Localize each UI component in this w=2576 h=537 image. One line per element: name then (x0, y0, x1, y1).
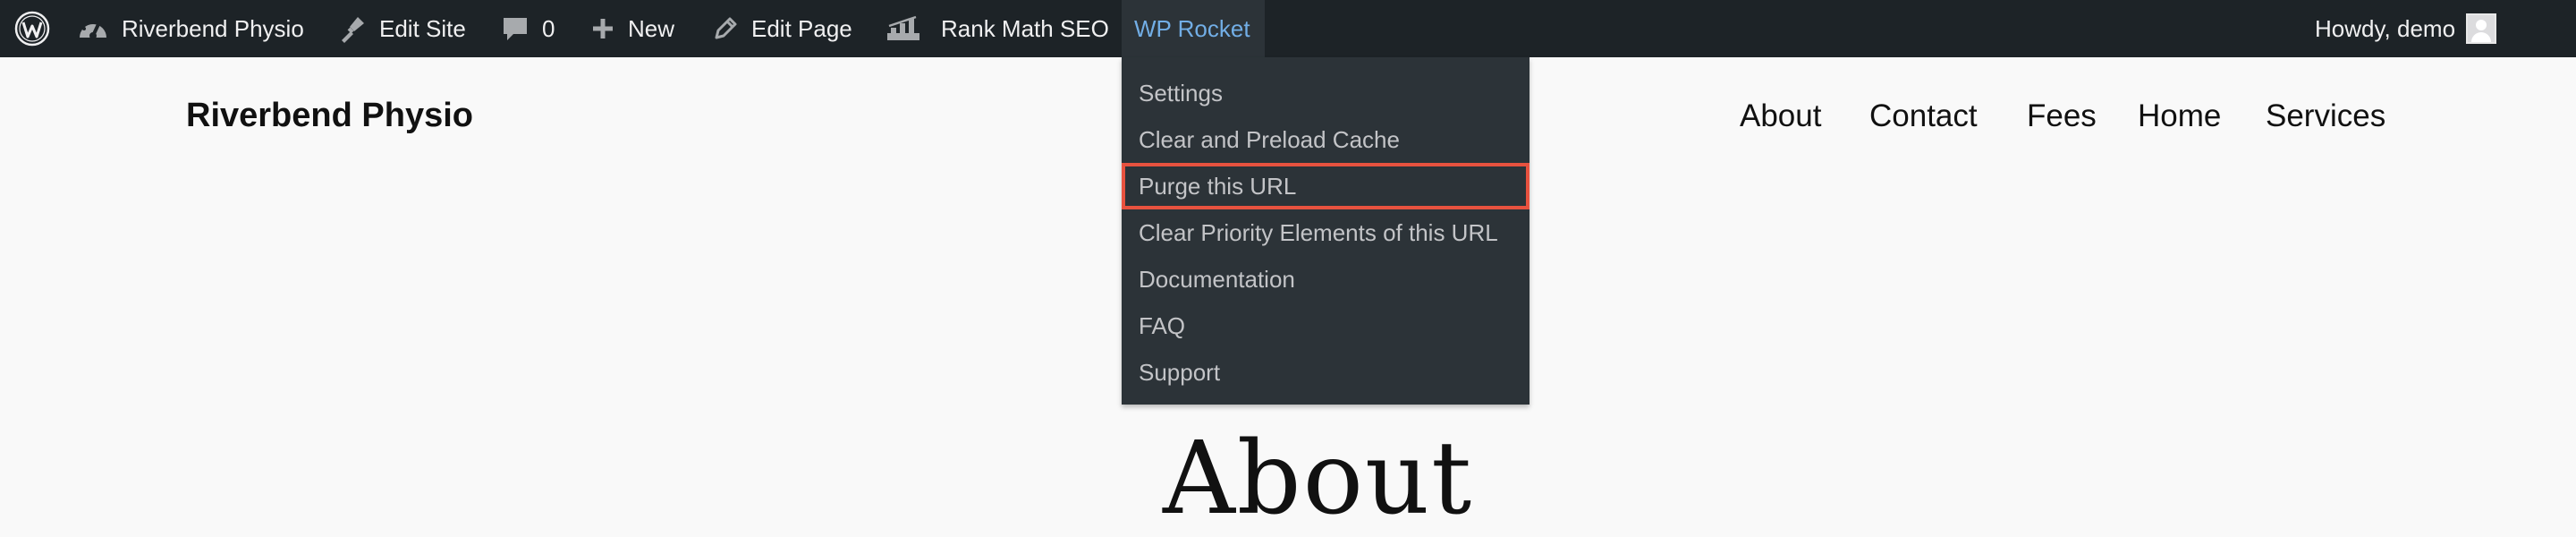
menu-item-settings[interactable]: Settings (1122, 70, 1530, 116)
howdy-label: Howdy, demo (2315, 15, 2456, 42)
rank-math-seo-button[interactable]: Rank Math SEO (886, 0, 1109, 57)
new-content-label: New (628, 15, 675, 42)
wp-rocket-label: WP Rocket (1134, 15, 1250, 42)
menu-item-clear-preload-cache[interactable]: Clear and Preload Cache (1122, 116, 1530, 163)
edit-page-label: Edit Page (751, 15, 852, 42)
page-heading: About (1163, 421, 1474, 537)
site-name-menu[interactable]: Riverbend Physio (77, 0, 304, 57)
menu-item-purge-url[interactable]: Purge this URL (1122, 163, 1530, 209)
site-title[interactable]: Riverbend Physio (186, 97, 473, 135)
menu-item-support[interactable]: Support (1122, 349, 1530, 396)
menu-item-documentation[interactable]: Documentation (1122, 256, 1530, 303)
rank-math-seo-label: Rank Math SEO (941, 15, 1109, 42)
comment-bubble-icon (501, 14, 530, 43)
nav-link-home[interactable]: Home (2138, 98, 2221, 134)
comments-count: 0 (542, 15, 555, 42)
pencil-icon (712, 15, 739, 42)
user-avatar-icon (2466, 13, 2497, 44)
edit-page-button[interactable]: Edit Page (712, 0, 852, 57)
brush-icon (336, 13, 367, 44)
new-content-button[interactable]: New (590, 0, 674, 57)
my-account-menu[interactable]: Howdy, demo (2315, 0, 2497, 57)
wp-rocket-dropdown: Settings Clear and Preload Cache Purge t… (1122, 57, 1530, 405)
edit-site-button[interactable]: Edit Site (336, 0, 466, 57)
plus-icon (590, 16, 615, 41)
site-name-label: Riverbend Physio (122, 15, 304, 42)
comments-button[interactable]: 0 (501, 0, 555, 57)
menu-item-faq[interactable]: FAQ (1122, 303, 1530, 349)
admin-bar: Riverbend Physio Edit Site 0 New Edit Pa… (0, 0, 2576, 57)
nav-link-services[interactable]: Services (2266, 98, 2385, 134)
rank-math-icon (886, 15, 921, 42)
wordpress-logo-icon[interactable] (13, 0, 52, 57)
dashboard-gauge-icon (77, 14, 109, 43)
edit-site-label: Edit Site (379, 15, 466, 42)
wp-rocket-menu[interactable]: WP Rocket (1122, 0, 1265, 57)
menu-item-clear-priority-elements[interactable]: Clear Priority Elements of this URL (1122, 209, 1530, 256)
nav-link-contact[interactable]: Contact (1869, 98, 1978, 134)
nav-link-fees[interactable]: Fees (2027, 98, 2097, 134)
nav-link-about[interactable]: About (1740, 98, 1821, 134)
